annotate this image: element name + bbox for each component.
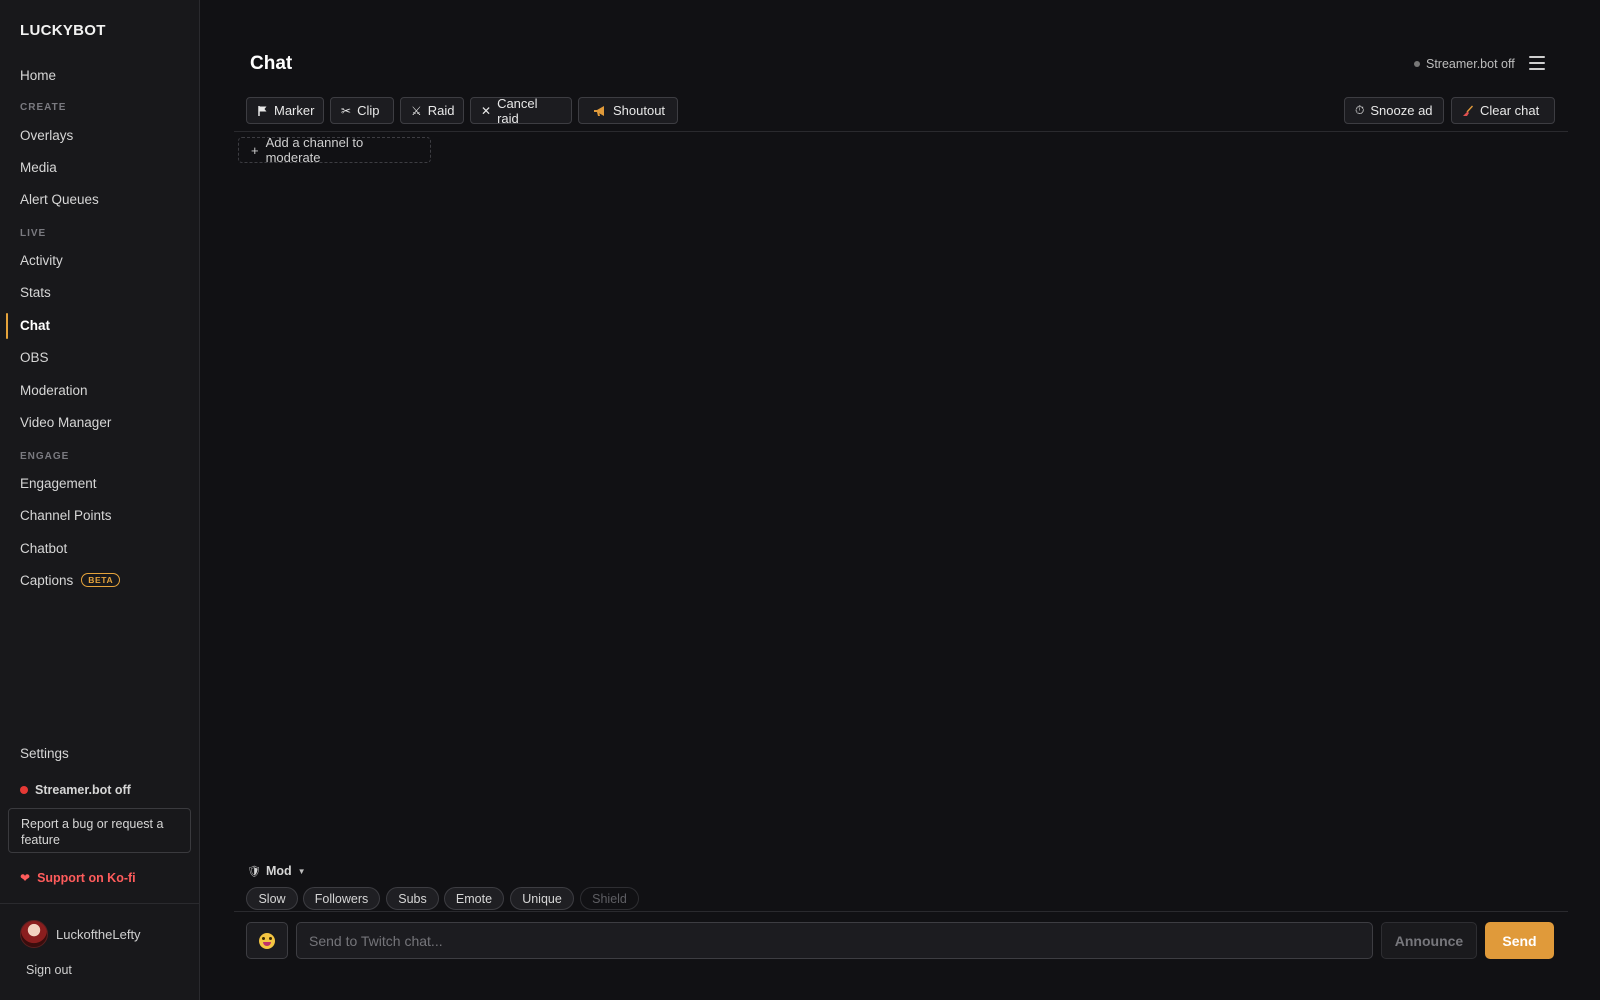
hamburger-menu-icon[interactable]	[1529, 56, 1545, 70]
timer-icon: ⏱	[1355, 103, 1365, 117]
sidebar: LUCKYBOT Home CREATE Overlays Media Aler…	[0, 0, 200, 1000]
chevron-down-icon: ▼	[297, 866, 306, 876]
close-icon: ✕	[481, 103, 492, 118]
shoutout-button[interactable]: Shoutout	[578, 97, 678, 124]
sidebar-item-activity[interactable]: Activity	[20, 253, 63, 268]
sidebar-item-captions-label: Captions	[20, 573, 74, 588]
section-label-engage: ENGAGE	[20, 451, 70, 462]
snooze-ad-label: Snooze ad	[1370, 103, 1433, 118]
mode-slow-button[interactable]: Slow	[246, 887, 298, 910]
mode-shield-button: Shield	[580, 887, 639, 910]
sidebar-item-media[interactable]: Media	[20, 160, 57, 175]
kofi-link[interactable]: ❤ Support on Ko-fi	[20, 871, 136, 885]
page-title: Chat	[250, 53, 293, 74]
mode-emote-button[interactable]: Emote	[444, 887, 504, 910]
emoji-picker-button[interactable]	[246, 922, 288, 959]
announce-button[interactable]: Announce	[1381, 922, 1477, 959]
broom-icon	[1462, 105, 1474, 117]
chat-message-input[interactable]	[296, 922, 1373, 959]
cancel-raid-button[interactable]: ✕ Cancel raid	[470, 95, 572, 126]
megaphone-icon	[593, 105, 607, 117]
emoji-icon	[259, 932, 275, 949]
add-channel-label: Add a channel to moderate	[265, 135, 364, 165]
status-dot-icon	[1414, 61, 1420, 67]
raid-label: Raid	[427, 103, 455, 118]
beta-badge: BETA	[81, 573, 121, 587]
clear-chat-label: Clear chat	[1480, 103, 1540, 118]
snooze-ad-button[interactable]: ⏱ Snooze ad	[1344, 97, 1444, 124]
plus-icon: +	[251, 142, 259, 158]
swords-icon: ⚔	[411, 103, 422, 118]
section-label-create: CREATE	[20, 102, 67, 113]
mode-followers-button[interactable]: Followers	[303, 887, 380, 910]
streamerbot-status: Streamer.bot off	[20, 783, 131, 797]
header-status: Streamer.bot off	[1414, 57, 1515, 71]
cancel-raid-label: Cancel raid	[497, 95, 538, 126]
sidebar-item-home[interactable]: Home	[20, 68, 56, 83]
clip-label: Clip	[357, 103, 380, 118]
flag-icon	[257, 105, 268, 117]
sidebar-item-overlays[interactable]: Overlays	[20, 128, 73, 143]
active-indicator	[6, 313, 8, 339]
sidebar-item-stats[interactable]: Stats	[20, 285, 51, 300]
add-channel-button[interactable]: + Add a channel to moderate	[238, 135, 431, 165]
sidebar-item-captions[interactable]: Captions BETA	[20, 573, 121, 588]
mod-dropdown[interactable]: 🛡 Mod ▼	[247, 864, 306, 878]
status-dot-icon	[20, 786, 28, 794]
avatar	[20, 920, 48, 948]
scissors-icon: ✂	[341, 103, 352, 118]
toolbar-divider	[234, 131, 1568, 132]
clip-button[interactable]: ✂ Clip	[330, 97, 394, 124]
sidebar-item-settings[interactable]: Settings	[20, 746, 69, 761]
sidebar-item-video-manager[interactable]: Video Manager	[20, 415, 111, 430]
username: LuckoftheLefty	[56, 926, 141, 942]
sign-out-link[interactable]: Sign out	[26, 963, 72, 977]
composer-divider	[234, 911, 1568, 912]
raid-button[interactable]: ⚔ Raid	[400, 97, 464, 124]
report-bug-button[interactable]: Report a bug or request a feature	[8, 808, 191, 853]
sidebar-divider	[0, 903, 199, 904]
sidebar-item-moderation[interactable]: Moderation	[20, 383, 88, 398]
mod-label: Mod	[265, 864, 292, 878]
marker-button[interactable]: Marker	[246, 97, 324, 124]
kofi-label: Support on Ko-fi	[37, 871, 136, 885]
sidebar-item-alert-queues[interactable]: Alert Queues	[20, 192, 99, 207]
sidebar-item-engagement[interactable]: Engagement	[20, 476, 97, 491]
streamerbot-status-label: Streamer.bot off	[35, 783, 131, 797]
sidebar-item-channel-points[interactable]: Channel Points	[20, 508, 112, 523]
shoutout-label: Shoutout	[613, 103, 666, 118]
brand-logo: LUCKYBOT	[20, 22, 106, 39]
marker-label: Marker	[274, 103, 315, 118]
section-label-live: LIVE	[20, 228, 47, 239]
heart-icon: ❤	[20, 871, 31, 885]
sidebar-item-chat[interactable]: Chat	[20, 318, 50, 333]
sidebar-item-chatbot[interactable]: Chatbot	[20, 541, 67, 556]
shield-icon: 🛡	[247, 865, 261, 878]
user-profile[interactable]: LuckoftheLefty	[20, 920, 141, 948]
clear-chat-button[interactable]: Clear chat	[1451, 97, 1555, 124]
sidebar-item-obs[interactable]: OBS	[20, 350, 49, 365]
mode-unique-button[interactable]: Unique	[510, 887, 574, 910]
send-button[interactable]: Send	[1485, 922, 1554, 959]
mode-subs-button[interactable]: Subs	[386, 887, 439, 910]
header-status-label: Streamer.bot off	[1426, 57, 1515, 71]
